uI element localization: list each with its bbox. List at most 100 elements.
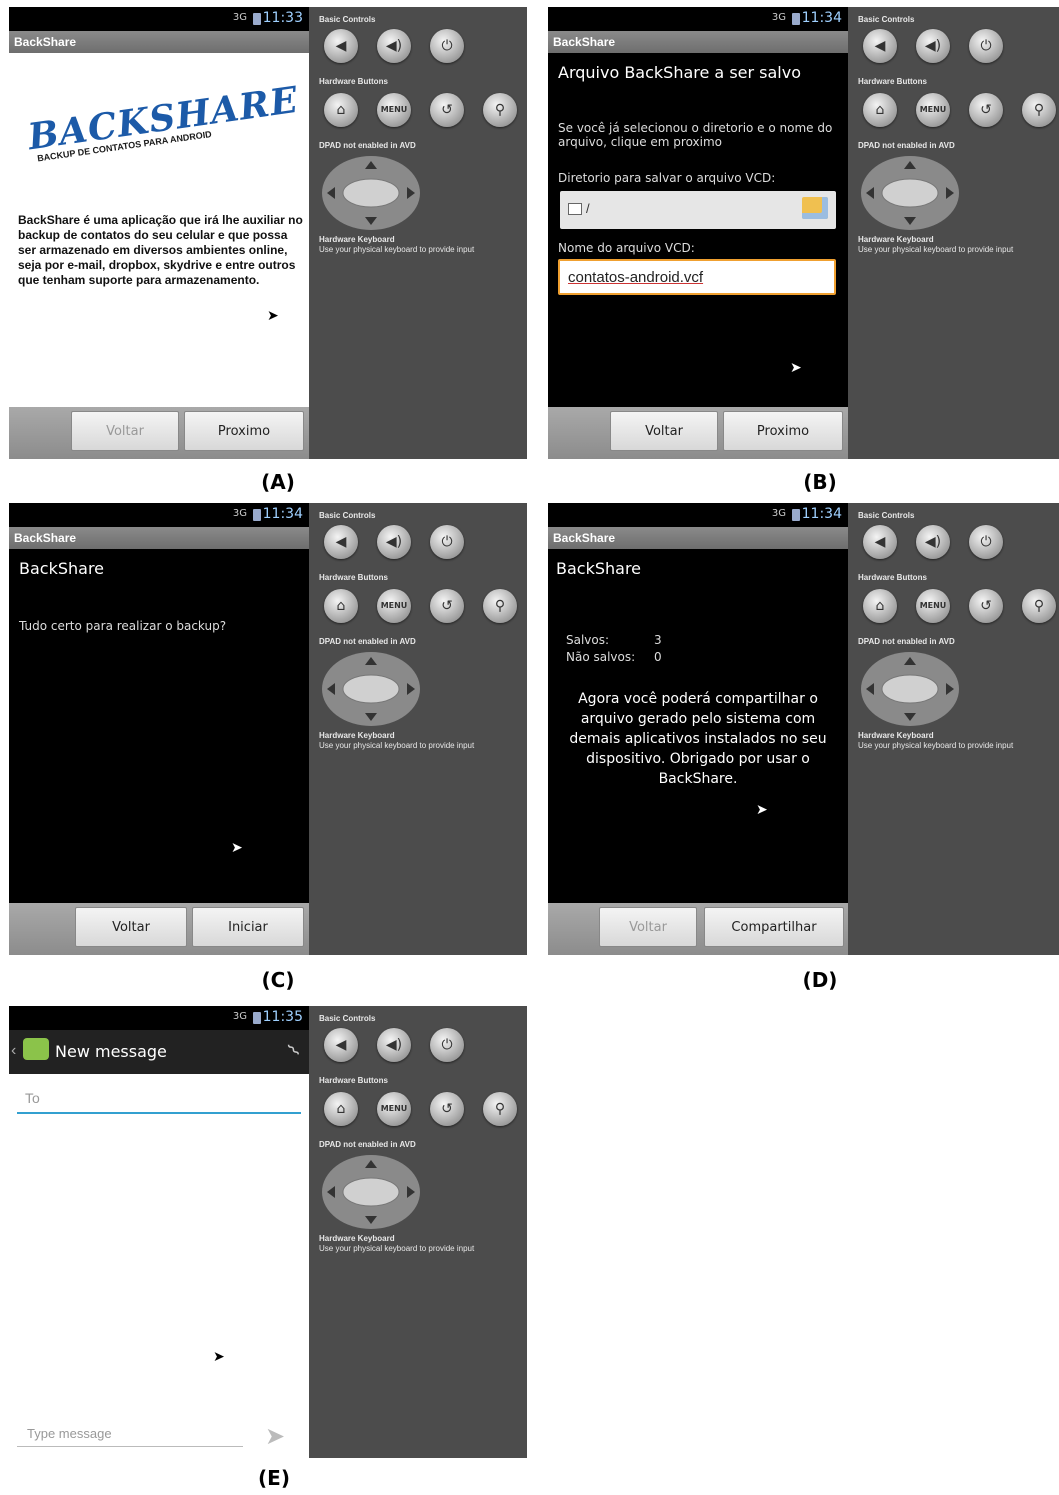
back-button[interactable]: Voltar <box>71 411 179 451</box>
caption-b: (B) <box>803 470 837 494</box>
browse-folder-icon[interactable] <box>802 197 828 219</box>
emulator-panel-b: 3G 11:34 BackShare Arquivo BackShare a s… <box>548 7 1059 459</box>
volume-down-icon[interactable]: ◀ <box>324 29 358 63</box>
intro-content: BACKSHARE BACKUP DE CONTATOS PARA ANDROI… <box>9 53 309 407</box>
search-icon[interactable]: ⚲ <box>483 93 517 127</box>
back-button[interactable]: Voltar <box>75 907 187 947</box>
info-text: Se você já selecionou o diretorio e o no… <box>558 121 833 149</box>
dpad-icon[interactable] <box>321 1154 421 1230</box>
dpad-icon[interactable] <box>321 155 421 231</box>
status-bar: 3G 11:35 <box>9 1006 309 1030</box>
search-icon[interactable]: ⚲ <box>1022 93 1056 127</box>
back-button[interactable]: Voltar <box>610 411 718 451</box>
volume-up-icon[interactable]: ◀) <box>377 525 411 559</box>
button-bar: Voltar Proximo <box>548 407 848 459</box>
emulator-panel-e: 3G 11:35 ‹ New message ⌇ To ➤ Type messa… <box>9 1006 527 1458</box>
phone-screen-a: 3G 11:33 BackShare BACKSHARE BACKUP DE C… <box>9 7 309 459</box>
battery-icon <box>792 509 800 521</box>
back-icon[interactable]: ↺ <box>430 1092 464 1126</box>
menu-button[interactable]: MENU <box>377 93 411 127</box>
page-heading: Arquivo BackShare a ser salvo <box>558 63 802 82</box>
mouse-cursor-icon: ➤ <box>213 1348 225 1364</box>
button-bar: Voltar Proximo <box>9 407 309 459</box>
back-button[interactable]: Voltar <box>599 907 697 947</box>
volume-down-icon[interactable]: ◀ <box>863 525 897 559</box>
menu-button[interactable]: MENU <box>916 93 950 127</box>
back-icon[interactable]: ↺ <box>430 589 464 623</box>
mouse-cursor-icon: ➤ <box>231 839 243 855</box>
filename-input[interactable]: contatos-android.vcf <box>558 259 836 295</box>
clock: 11:34 <box>801 506 842 522</box>
battery-icon <box>253 13 261 25</box>
home-icon[interactable]: ⌂ <box>324 93 358 127</box>
back-icon[interactable]: ↺ <box>969 93 1003 127</box>
menu-button[interactable]: MENU <box>916 589 950 623</box>
home-icon[interactable]: ⌂ <box>324 589 358 623</box>
volume-up-icon[interactable]: ◀) <box>377 1028 411 1062</box>
screen-title: New message <box>55 1042 167 1061</box>
share-button[interactable]: Compartilhar <box>704 907 844 947</box>
unsaved-value: 0 <box>654 650 662 664</box>
status-bar: 3G 11:34 <box>548 7 848 31</box>
phone-screen-c: 3G 11:34 BackShare BackShare Tudo certo … <box>9 503 309 955</box>
save-content: Arquivo BackShare a ser salvo Se você já… <box>548 53 848 407</box>
volume-up-icon[interactable]: ◀) <box>916 29 950 63</box>
dpad-icon[interactable] <box>321 651 421 727</box>
search-icon[interactable]: ⚲ <box>483 1092 517 1126</box>
emulator-panel-d: 3G 11:34 BackShare BackShare Salvos: 3 N… <box>548 503 1059 955</box>
folder-icon <box>568 203 582 215</box>
dpad-icon[interactable] <box>860 651 960 727</box>
back-icon[interactable]: ↺ <box>969 589 1003 623</box>
caption-c: (C) <box>261 968 295 992</box>
button-bar: Voltar Compartilhar <box>548 903 848 955</box>
menu-button[interactable]: MENU <box>377 1092 411 1126</box>
app-title-bar: BackShare <box>9 527 309 549</box>
power-icon[interactable]: ⏻ <box>969 525 1003 559</box>
directory-picker[interactable]: / <box>560 191 836 229</box>
signal-icon: 3G <box>771 12 786 23</box>
attach-icon[interactable]: ⌇ <box>284 1040 305 1061</box>
clock: 11:34 <box>801 10 842 26</box>
emulator-controls: Basic Controls ◀ ◀) ⏻ Hardware Buttons ⌂… <box>848 7 1059 459</box>
app-description: BackShare é uma aplicação que irá lhe au… <box>18 213 303 287</box>
menu-button[interactable]: MENU <box>377 589 411 623</box>
volume-down-icon[interactable]: ◀ <box>863 29 897 63</box>
home-icon[interactable]: ⌂ <box>863 589 897 623</box>
app-title-bar: BackShare <box>548 527 848 549</box>
volume-up-icon[interactable]: ◀) <box>377 29 411 63</box>
power-icon[interactable]: ⏻ <box>430 525 464 559</box>
backshare-logo: BACKSHARE BACKUP DE CONTATOS PARA ANDROI… <box>25 78 302 164</box>
clock: 11:33 <box>262 10 303 26</box>
home-icon[interactable]: ⌂ <box>324 1092 358 1126</box>
volume-down-icon[interactable]: ◀ <box>324 1028 358 1062</box>
phone-screen-b: 3G 11:34 BackShare Arquivo BackShare a s… <box>548 7 848 459</box>
emulator-controls: Basic Controls ◀ ◀) ⏻ Hardware Buttons ⌂… <box>309 1006 527 1458</box>
power-icon[interactable]: ⏻ <box>969 29 1003 63</box>
volume-up-icon[interactable]: ◀) <box>916 525 950 559</box>
start-button[interactable]: Iniciar <box>192 907 304 947</box>
mouse-cursor-icon: ➤ <box>756 801 768 817</box>
page-heading: BackShare <box>556 559 642 578</box>
caption-a: (A) <box>261 470 295 494</box>
next-button[interactable]: Proximo <box>184 411 304 451</box>
recipient-input[interactable]: To <box>17 1084 301 1114</box>
search-icon[interactable]: ⚲ <box>1022 589 1056 623</box>
dir-label: Diretorio para salvar o arquivo VCD: <box>558 171 776 185</box>
power-icon[interactable]: ⏻ <box>430 1028 464 1062</box>
dpad-icon[interactable] <box>860 155 960 231</box>
back-icon[interactable]: ↺ <box>430 93 464 127</box>
home-icon[interactable]: ⌂ <box>863 93 897 127</box>
phone-screen-d: 3G 11:34 BackShare BackShare Salvos: 3 N… <box>548 503 848 955</box>
send-icon[interactable]: ➤ <box>265 1422 285 1451</box>
next-button[interactable]: Proximo <box>723 411 843 451</box>
battery-icon <box>253 509 261 521</box>
search-icon[interactable]: ⚲ <box>483 589 517 623</box>
status-bar: 3G 11:34 <box>548 503 848 527</box>
battery-icon <box>253 1012 261 1024</box>
directory-value: / <box>586 201 590 216</box>
power-icon[interactable]: ⏻ <box>430 29 464 63</box>
message-input[interactable]: Type message <box>17 1420 243 1447</box>
volume-down-icon[interactable]: ◀ <box>324 525 358 559</box>
back-chevron-icon[interactable]: ‹ <box>11 1042 16 1060</box>
saved-label: Salvos: <box>566 633 610 647</box>
